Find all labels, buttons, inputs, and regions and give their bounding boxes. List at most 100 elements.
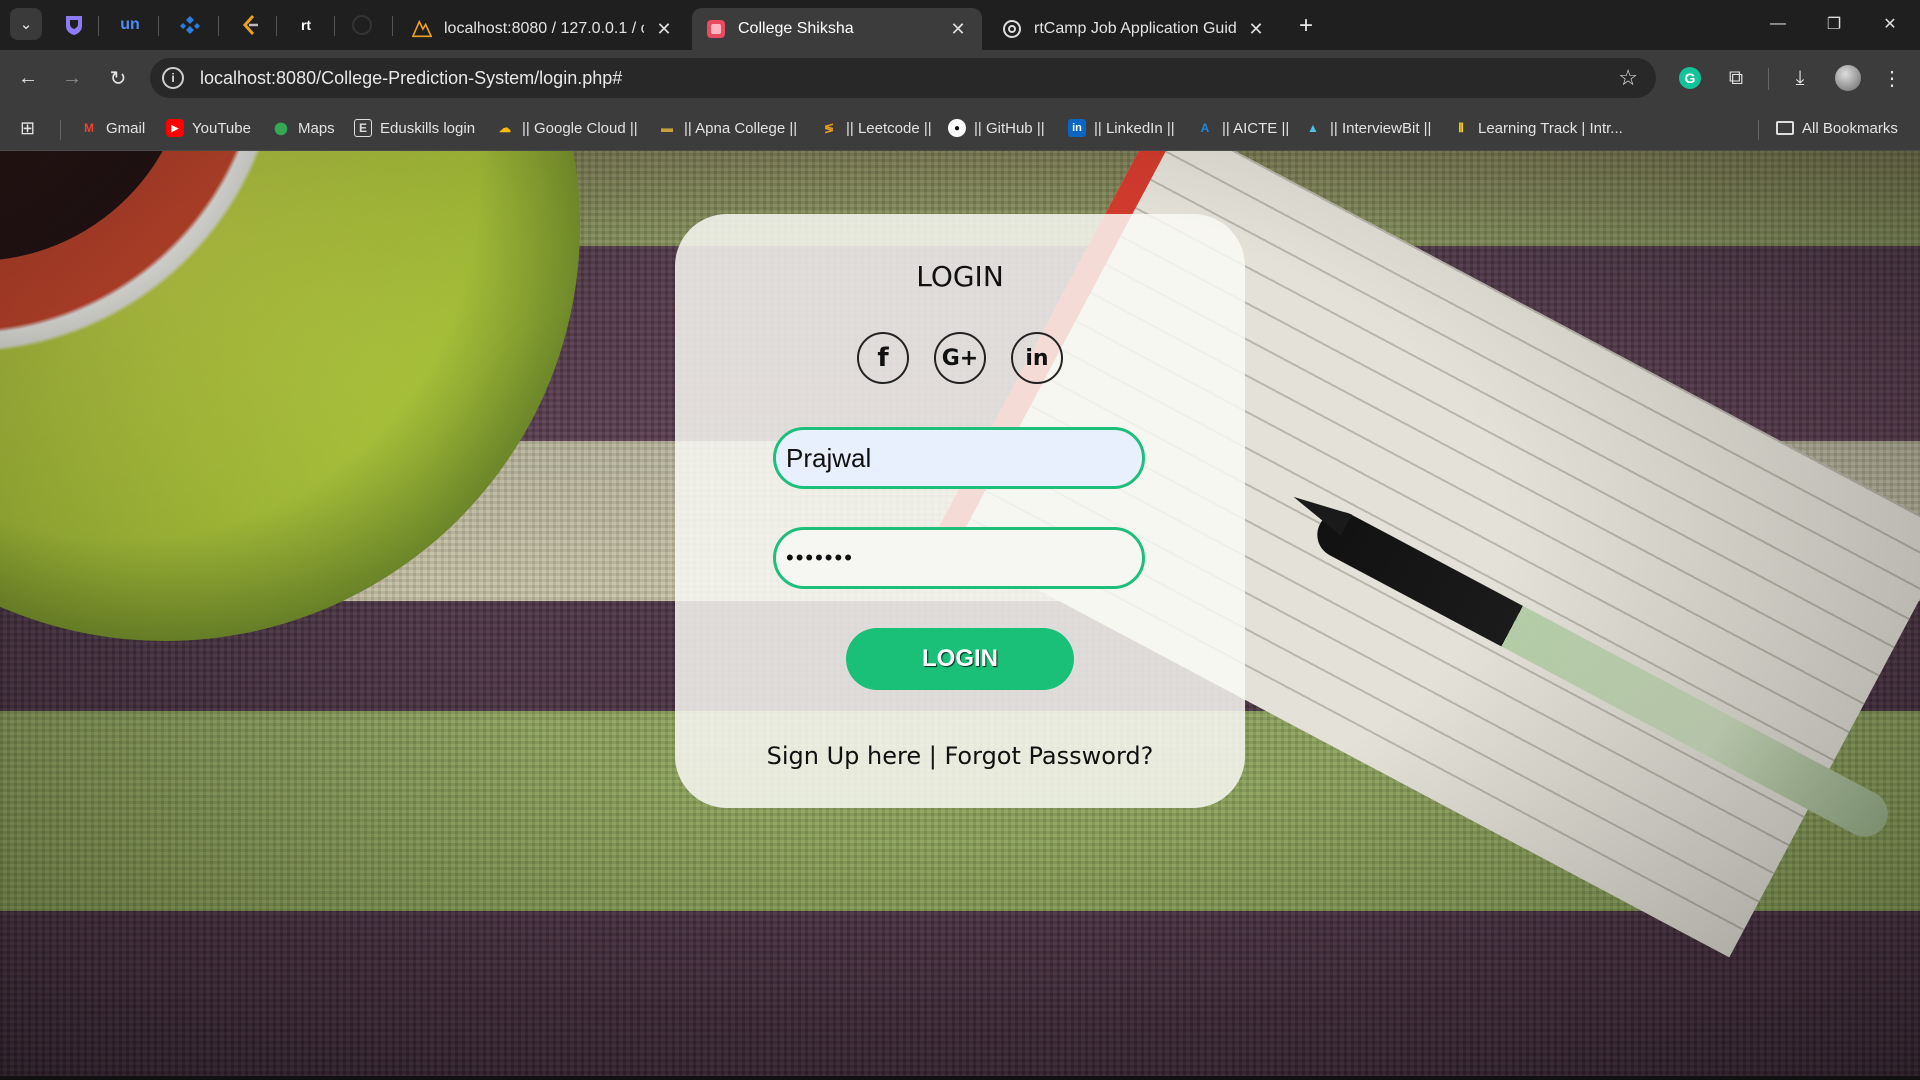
learning-track-icon: ⫴ xyxy=(1458,120,1464,135)
chevron-down-icon: ⌄ xyxy=(19,16,33,33)
profile-button[interactable] xyxy=(1832,62,1864,94)
bookmark-google-cloud[interactable]: ☁ || Google Cloud || xyxy=(496,116,638,140)
kebab-menu-icon: ⋮ xyxy=(1882,67,1902,90)
rtcamp-icon: rt xyxy=(300,17,312,33)
college-shiksha-icon xyxy=(706,19,726,39)
site-info-icon[interactable]: i xyxy=(162,67,184,89)
browser-toolbar: ← → ↻ i localhost:8080/College-Predictio… xyxy=(0,50,1920,106)
folder-icon xyxy=(1776,121,1794,135)
taskbar-edge xyxy=(0,1076,1920,1080)
interviewbit-icon: ▲ xyxy=(1307,121,1319,135)
forward-button[interactable]: → xyxy=(56,62,88,94)
pinned-tab-3[interactable] xyxy=(168,8,212,42)
google-plus-icon: G+ xyxy=(941,345,979,371)
grammarly-icon: G xyxy=(1679,67,1701,89)
tab-separator xyxy=(158,16,159,36)
leetcode-icon xyxy=(242,15,258,35)
minimize-button[interactable]: — xyxy=(1752,6,1804,42)
auth-links: Sign Up here | Forgot Password? xyxy=(675,742,1245,770)
bookmark-learning-track[interactable]: ⫴ Learning Track | Intr... xyxy=(1452,116,1622,140)
tab-college-shiksha[interactable]: College Shiksha ✕ xyxy=(692,8,982,50)
bookmark-separator xyxy=(1758,120,1759,140)
aicte-icon: A xyxy=(1200,121,1210,135)
phpmyadmin-icon xyxy=(412,19,432,39)
apps-grid-icon: ⊞ xyxy=(20,117,36,138)
github-icon xyxy=(352,15,372,35)
pinned-tab-4[interactable] xyxy=(228,8,272,42)
pinned-tab-5[interactable]: rt xyxy=(284,8,328,42)
tab-title: rtCamp Job Application Guide xyxy=(1034,20,1236,37)
facebook-login-button[interactable]: f xyxy=(857,332,909,384)
openai-icon xyxy=(1002,19,1022,39)
arrow-left-icon: ← xyxy=(18,66,38,89)
login-card: LOGIN f G+ in LOGIN Sign Up here | Forgo… xyxy=(675,214,1245,808)
bookmark-interviewbit[interactable]: ▲ || InterviewBit || xyxy=(1304,116,1431,140)
tab-separator xyxy=(392,16,393,36)
puzzle-icon: ⧉ xyxy=(1728,66,1744,89)
tab-phpmyadmin[interactable]: localhost:8080 / 127.0.0.1 / colle ✕ xyxy=(398,8,688,50)
bookmark-star-icon[interactable]: ☆ xyxy=(1618,65,1638,91)
password-input[interactable] xyxy=(773,527,1145,589)
tab-search-button[interactable]: ⌄ xyxy=(10,8,42,40)
gmail-icon: M xyxy=(84,121,94,135)
google-plus-login-button[interactable]: G+ xyxy=(934,332,986,384)
tab-separator xyxy=(334,16,335,36)
apps-button[interactable]: ⊞ xyxy=(20,116,35,140)
new-tab-button[interactable]: + xyxy=(1292,12,1320,40)
eduskills-icon: E xyxy=(354,119,372,137)
restore-icon: ❐ xyxy=(1826,16,1842,33)
address-url[interactable]: localhost:8080/College-Prediction-System… xyxy=(200,68,622,89)
link-separator: | xyxy=(921,742,945,770)
sign-up-link[interactable]: Sign Up here xyxy=(767,742,922,770)
address-bar[interactable]: i localhost:8080/College-Prediction-Syst… xyxy=(150,58,1656,98)
bookmark-github[interactable]: ● || GitHub || xyxy=(948,116,1045,140)
svg-text:G: G xyxy=(1685,70,1696,86)
tab-strip: ⌄ un rt localhost:8080 / 127.0.0.1 / col… xyxy=(0,0,1920,50)
youtube-icon: ▶ xyxy=(166,119,184,137)
bookmark-gmail[interactable]: M Gmail xyxy=(80,116,145,140)
forgot-password-link[interactable]: Forgot Password? xyxy=(944,742,1153,770)
avatar xyxy=(1835,65,1861,91)
extensions-button[interactable]: ⧉ xyxy=(1720,62,1752,94)
close-icon[interactable]: ✕ xyxy=(654,19,674,39)
close-icon[interactable]: ✕ xyxy=(1246,19,1266,39)
menu-button[interactable]: ⋮ xyxy=(1876,62,1908,94)
apna-college-icon: ▬ xyxy=(661,121,673,135)
plus-icon: + xyxy=(1298,12,1313,39)
bookmark-apna-college[interactable]: ▬ || Apna College || xyxy=(658,116,797,140)
bookmark-youtube[interactable]: ▶ YouTube xyxy=(166,116,251,140)
bookmark-linkedin[interactable]: in || LinkedIn || xyxy=(1068,116,1175,140)
tab-separator xyxy=(218,16,219,36)
github-icon: ● xyxy=(948,119,966,137)
close-window-button[interactable]: ✕ xyxy=(1864,6,1916,42)
tab-separator xyxy=(276,16,277,36)
close-icon[interactable]: ✕ xyxy=(948,19,968,39)
username-input[interactable] xyxy=(773,427,1145,489)
login-submit-button[interactable]: LOGIN xyxy=(846,628,1074,690)
pinned-tab-2[interactable]: un xyxy=(108,8,152,42)
reload-button[interactable]: ↻ xyxy=(102,62,134,94)
tab-title: College Shiksha xyxy=(738,20,854,37)
linkedin-icon: in xyxy=(1025,345,1049,371)
login-page-background: LOGIN f G+ in LOGIN Sign Up here | Forgo… xyxy=(0,151,1920,1080)
grammarly-extension-button[interactable]: G xyxy=(1674,62,1706,94)
bookmark-aicte[interactable]: A || AICTE || xyxy=(1196,116,1290,140)
tab-title: localhost:8080 / 127.0.0.1 / colle xyxy=(444,20,644,37)
all-bookmarks-button[interactable]: All Bookmarks xyxy=(1776,116,1898,140)
bookmark-maps[interactable]: ⬤ Maps xyxy=(272,116,334,140)
unstop-icon: un xyxy=(120,16,140,33)
minimize-icon: — xyxy=(1770,15,1786,32)
linkedin-icon: in xyxy=(1068,119,1086,137)
bookmark-leetcode[interactable]: ≶ || Leetcode || xyxy=(820,116,932,140)
bookmarks-bar: ⊞ M Gmail ▶ YouTube ⬤ Maps E Eduskills login… xyxy=(0,106,1920,151)
tab-rtcamp-guide[interactable]: rtCamp Job Application Guide ✕ xyxy=(988,8,1280,50)
toolbar-separator xyxy=(1768,68,1769,90)
pinned-tab-1[interactable] xyxy=(52,8,96,42)
downloads-button[interactable]: ⤓ xyxy=(1784,62,1816,94)
tailwind-shield-icon xyxy=(66,16,82,35)
back-button[interactable]: ← xyxy=(12,62,44,94)
linkedin-login-button[interactable]: in xyxy=(1011,332,1063,384)
bookmark-eduskills[interactable]: E Eduskills login xyxy=(354,116,475,140)
pinned-tab-6[interactable] xyxy=(340,8,384,42)
restore-button[interactable]: ❐ xyxy=(1808,6,1860,42)
